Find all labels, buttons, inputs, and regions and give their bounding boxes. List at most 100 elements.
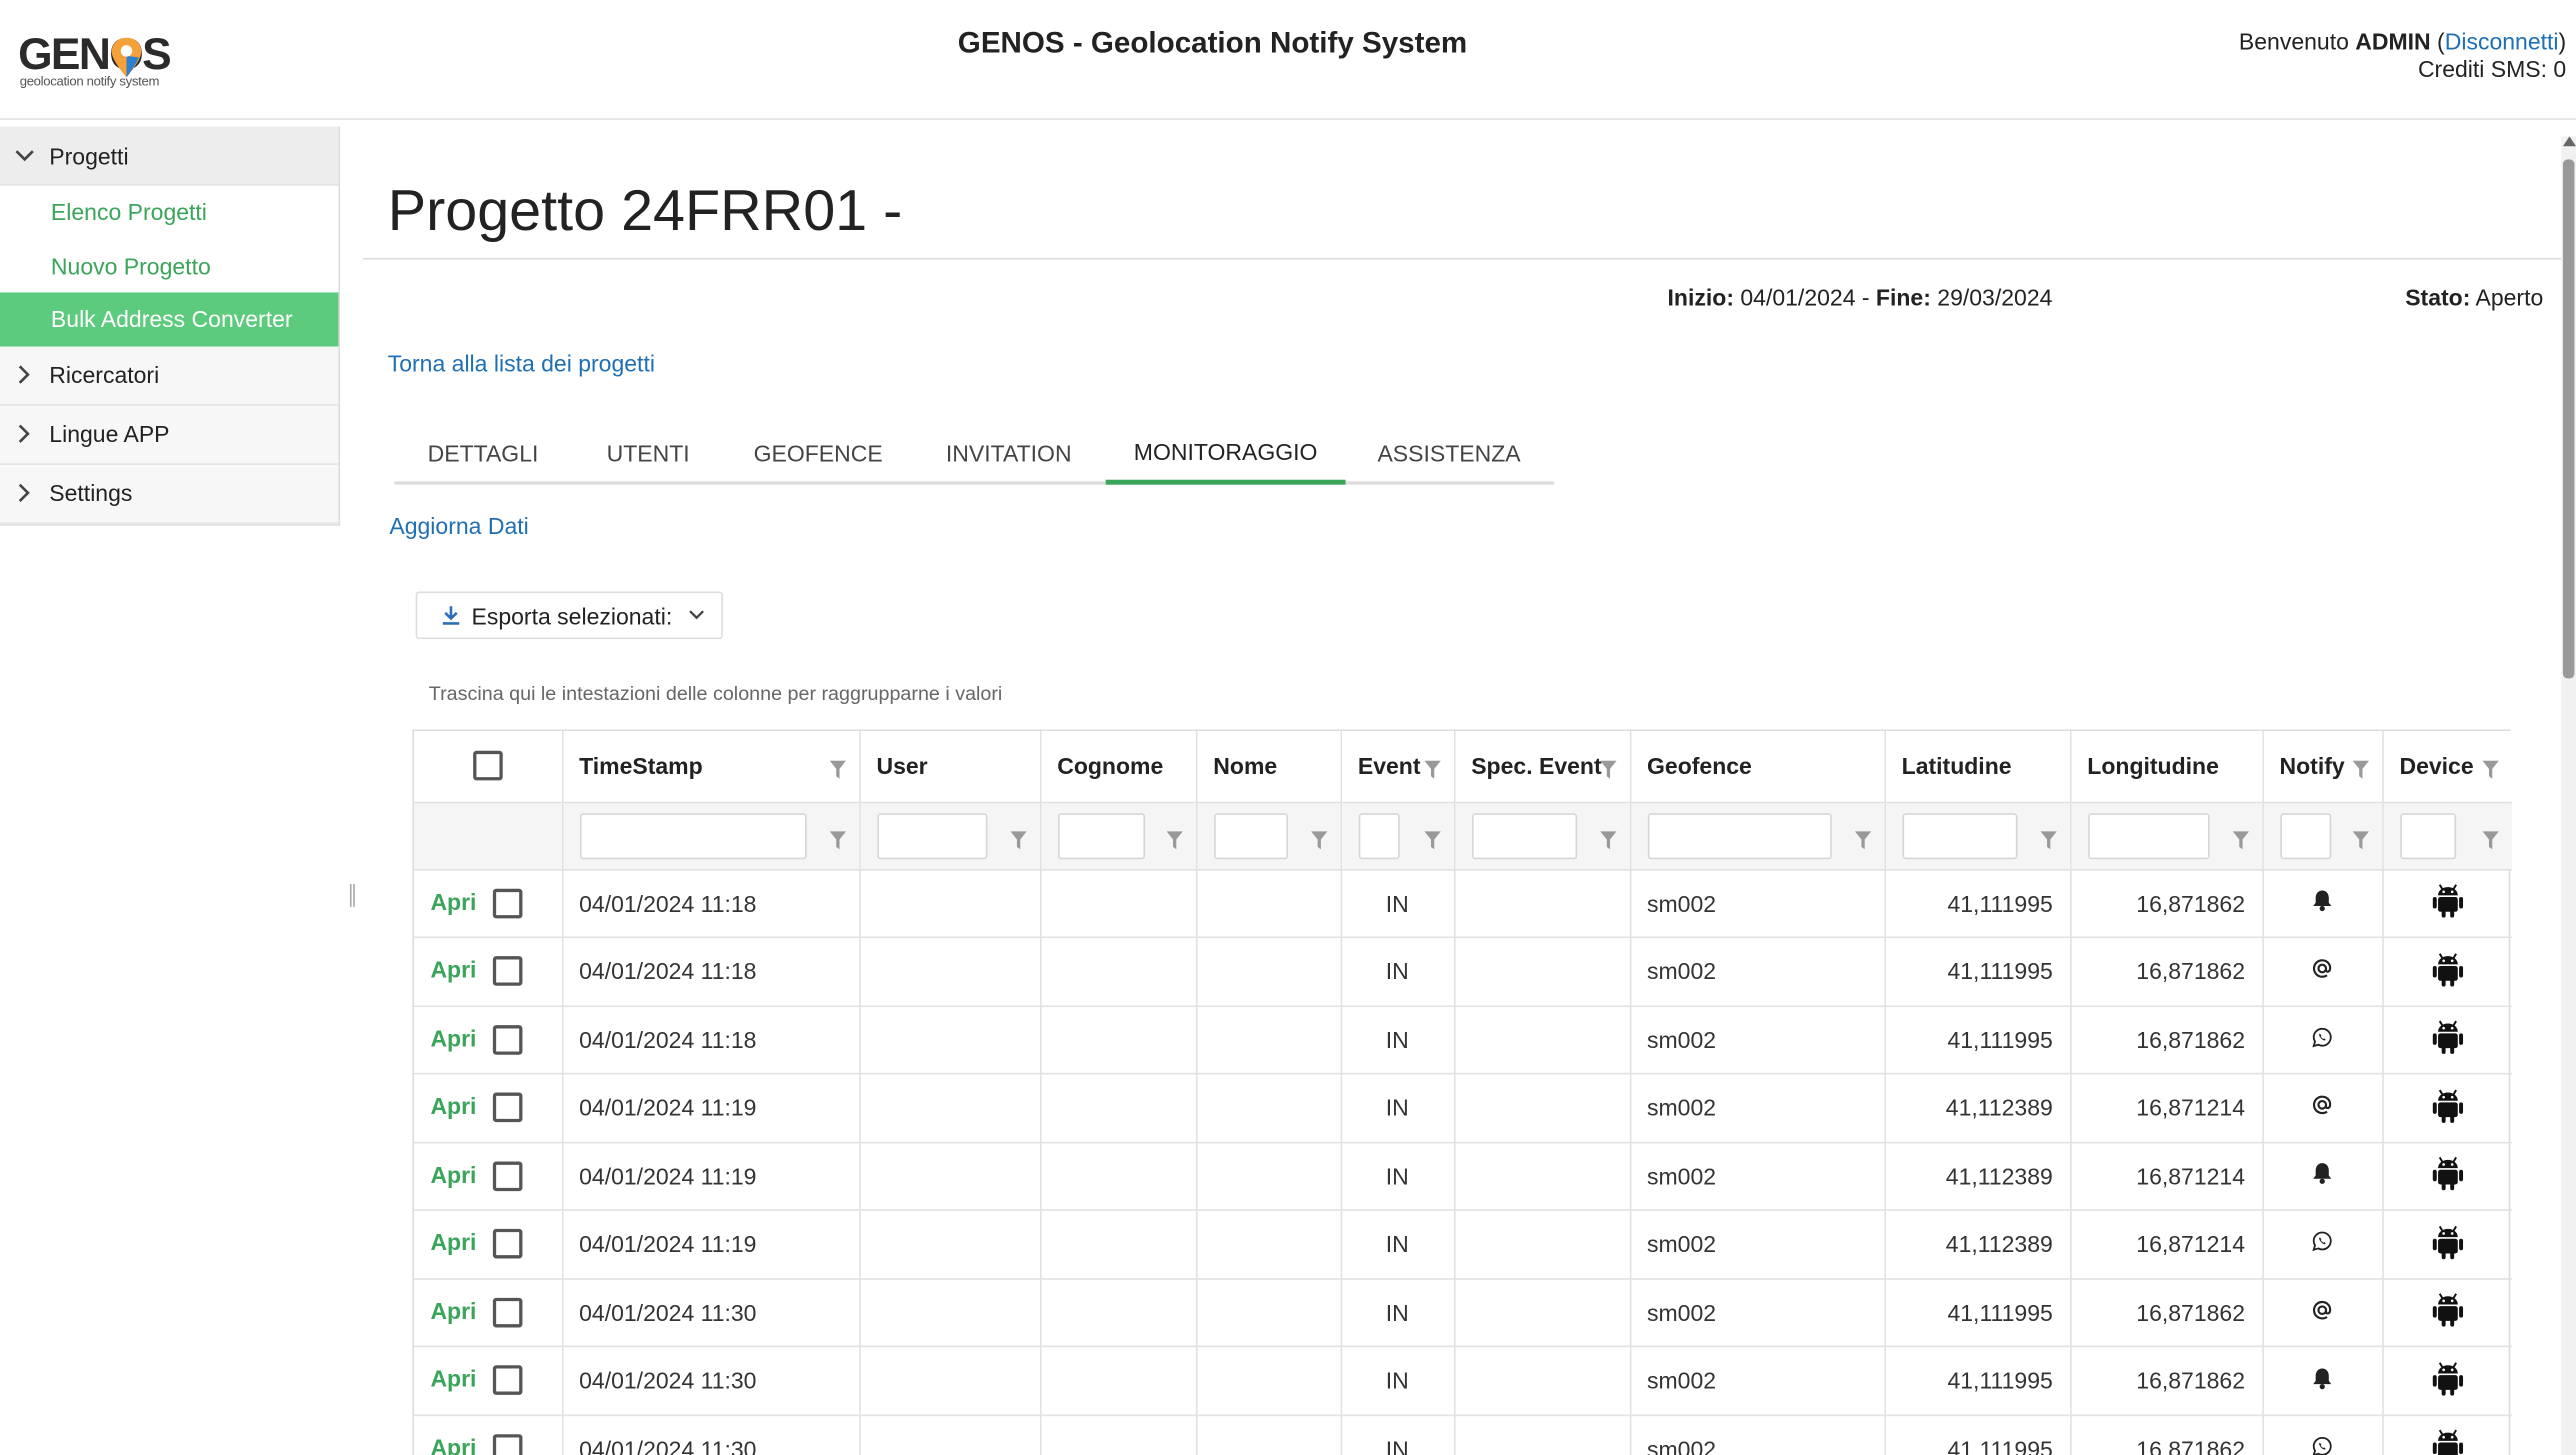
column-header-notify[interactable]: Notify	[2262, 731, 2384, 803]
table-row[interactable]: Apri 04/01/2024 11:30 IN sm002 41,111995 16,8…	[414, 1278, 2512, 1348]
filter-input-event[interactable]	[1357, 812, 1399, 859]
column-header-nome[interactable]: Nome	[1196, 731, 1342, 803]
app-logo[interactable]: GENOS geolocation notify system	[18, 30, 172, 96]
row-checkbox[interactable]	[492, 1434, 523, 1455]
filter-icon[interactable]	[1009, 827, 1026, 853]
filter-input-nome[interactable]	[1213, 812, 1288, 859]
table-row[interactable]: Apri 04/01/2024 11:19 IN sm002 41,112389 16,8…	[414, 1141, 2512, 1211]
filter-icon[interactable]	[2351, 827, 2369, 853]
column-header-user[interactable]: User	[859, 731, 1041, 803]
open-record-link[interactable]: Apri	[430, 888, 492, 914]
filter-icon[interactable]	[2039, 827, 2057, 853]
tab-monitoraggio[interactable]: MONITORAGGIO	[1105, 422, 1346, 485]
row-checkbox[interactable]	[492, 1297, 523, 1328]
column-label: TimeStamp	[579, 752, 703, 780]
column-header-geofence[interactable]: Geofence	[1629, 731, 1886, 803]
open-record-link[interactable]: Apri	[430, 1161, 492, 1187]
open-record-link[interactable]: Apri	[430, 1365, 492, 1391]
sidebar-item-nuovo-progetto[interactable]: Nuovo Progetto	[0, 239, 338, 292]
table-row[interactable]: Apri 04/01/2024 11:30 IN sm002 41,111995 16,8…	[414, 1414, 2512, 1455]
filter-input-cognome[interactable]	[1057, 812, 1145, 859]
filter-icon[interactable]	[828, 757, 846, 783]
longitude-cell: 16,871214	[2070, 1141, 2264, 1211]
column-header-longitudine[interactable]: Longitudine	[2070, 731, 2264, 803]
column-header-cognome[interactable]: Cognome	[1039, 731, 1197, 803]
filter-input-spec-event[interactable]	[1471, 812, 1577, 859]
open-record-link[interactable]: Apri	[430, 1093, 492, 1119]
row-checkbox[interactable]	[492, 956, 523, 987]
refresh-data-link[interactable]: Aggiorna Dati	[389, 513, 528, 539]
filter-input-notify[interactable]	[2279, 812, 2331, 859]
device-cell	[2382, 1346, 2512, 1416]
panel-resize-handle[interactable]	[349, 883, 357, 907]
filter-icon[interactable]	[1599, 757, 1616, 783]
filter-input-geofence[interactable]	[1647, 812, 1832, 859]
sidebar-group-progetti[interactable]: Progetti	[0, 126, 339, 186]
open-record-link[interactable]: Apri	[430, 1025, 492, 1051]
open-record-link[interactable]: Apri	[430, 956, 492, 982]
filter-icon[interactable]	[1599, 827, 1616, 853]
nome-cell	[1196, 937, 1342, 1007]
filter-icon[interactable]	[2351, 757, 2369, 783]
filter-input-device[interactable]	[2399, 812, 2456, 859]
tab-dettagli[interactable]: DETTAGLI	[394, 422, 571, 484]
device-cell	[2382, 1414, 2512, 1455]
tab-invitation[interactable]: INVITATION	[912, 422, 1106, 484]
row-checkbox[interactable]	[492, 1365, 523, 1396]
filter-input-longitudine[interactable]	[2087, 812, 2209, 859]
table-row[interactable]: Apri 04/01/2024 11:18 IN sm002 41,111995 16,8…	[414, 869, 2512, 939]
export-selected-dropdown[interactable]: Esporta selezionati:	[415, 591, 723, 640]
tab-utenti[interactable]: UTENTI	[572, 422, 725, 484]
filter-icon[interactable]	[2482, 757, 2499, 783]
row-checkbox[interactable]	[492, 1229, 523, 1260]
column-header-device[interactable]: Device	[2382, 731, 2512, 803]
project-tabs: DETTAGLI UTENTI GEOFENCE INVITATION MONI…	[394, 422, 1555, 485]
sidebar-group-settings[interactable]: Settings	[0, 464, 339, 524]
table-row[interactable]: Apri 04/01/2024 11:30 IN sm002 41,111995 16,8…	[414, 1346, 2512, 1416]
column-header-timestamp[interactable]: TimeStamp	[561, 731, 861, 803]
filter-icon[interactable]	[1854, 827, 1871, 853]
tab-geofence[interactable]: GEOFENCE	[725, 422, 912, 484]
table-row[interactable]: Apri 04/01/2024 11:19 IN sm002 41,112389 16,8…	[414, 1209, 2512, 1279]
sidebar-group-label: Progetti	[49, 142, 129, 169]
column-label: Event	[1357, 752, 1421, 780]
notify-cell	[2262, 1278, 2384, 1348]
filter-input-timestamp[interactable]	[579, 812, 806, 859]
row-checkbox[interactable]	[492, 1161, 523, 1191]
table-row[interactable]: Apri 04/01/2024 11:18 IN sm002 41,111995 16,8…	[414, 1005, 2512, 1075]
chevron-right-icon	[13, 422, 36, 445]
sidebar-item-elenco-progetti[interactable]: Elenco Progetti	[0, 186, 338, 239]
timestamp-cell: 04/01/2024 11:18	[561, 1005, 861, 1075]
filter-input-user[interactable]	[876, 812, 987, 859]
vertical-scrollbar[interactable]	[2561, 136, 2576, 1455]
sidebar-group-ricercatori[interactable]: Ricercatori	[0, 345, 339, 405]
table-row[interactable]: Apri 04/01/2024 11:18 IN sm002 41,111995 16,8…	[414, 937, 2512, 1007]
sidebar-item-bulk-address-converter[interactable]: Bulk Address Converter	[0, 292, 339, 346]
logout-link[interactable]: Disconnetti	[2445, 28, 2559, 54]
tab-assistenza[interactable]: ASSISTENZA	[1346, 422, 1553, 484]
filter-icon[interactable]	[2231, 827, 2249, 853]
filter-icon[interactable]	[1165, 827, 1183, 853]
column-header-latitudine[interactable]: Latitudine	[1884, 731, 2071, 803]
row-checkbox[interactable]	[492, 1093, 523, 1123]
column-header-event[interactable]: Event	[1340, 731, 1455, 803]
filter-input-latitudine[interactable]	[1901, 812, 2017, 859]
filter-icon[interactable]	[1423, 827, 1441, 853]
filter-icon[interactable]	[1310, 827, 1327, 853]
cognome-cell	[1039, 869, 1197, 939]
column-header-spec-event[interactable]: Spec. Event	[1453, 731, 1631, 803]
filter-icon[interactable]	[1423, 757, 1441, 783]
scroll-up-arrow-icon[interactable]	[2562, 136, 2576, 147]
row-checkbox[interactable]	[492, 1024, 523, 1055]
select-all-checkbox[interactable]	[472, 751, 503, 782]
table-row[interactable]: Apri 04/01/2024 11:19 IN sm002 41,112389 16,8…	[414, 1073, 2512, 1143]
open-record-link[interactable]: Apri	[430, 1229, 492, 1255]
filter-icon[interactable]	[2482, 827, 2499, 853]
row-checkbox[interactable]	[492, 888, 523, 919]
open-record-link[interactable]: Apri	[430, 1434, 492, 1455]
sidebar-group-lingue-app[interactable]: Lingue APP	[0, 404, 339, 465]
back-to-projects-link[interactable]: Torna alla lista dei progetti	[388, 350, 655, 376]
scrollbar-thumb[interactable]	[2562, 159, 2575, 679]
open-record-link[interactable]: Apri	[430, 1297, 492, 1323]
filter-icon[interactable]	[828, 827, 846, 853]
